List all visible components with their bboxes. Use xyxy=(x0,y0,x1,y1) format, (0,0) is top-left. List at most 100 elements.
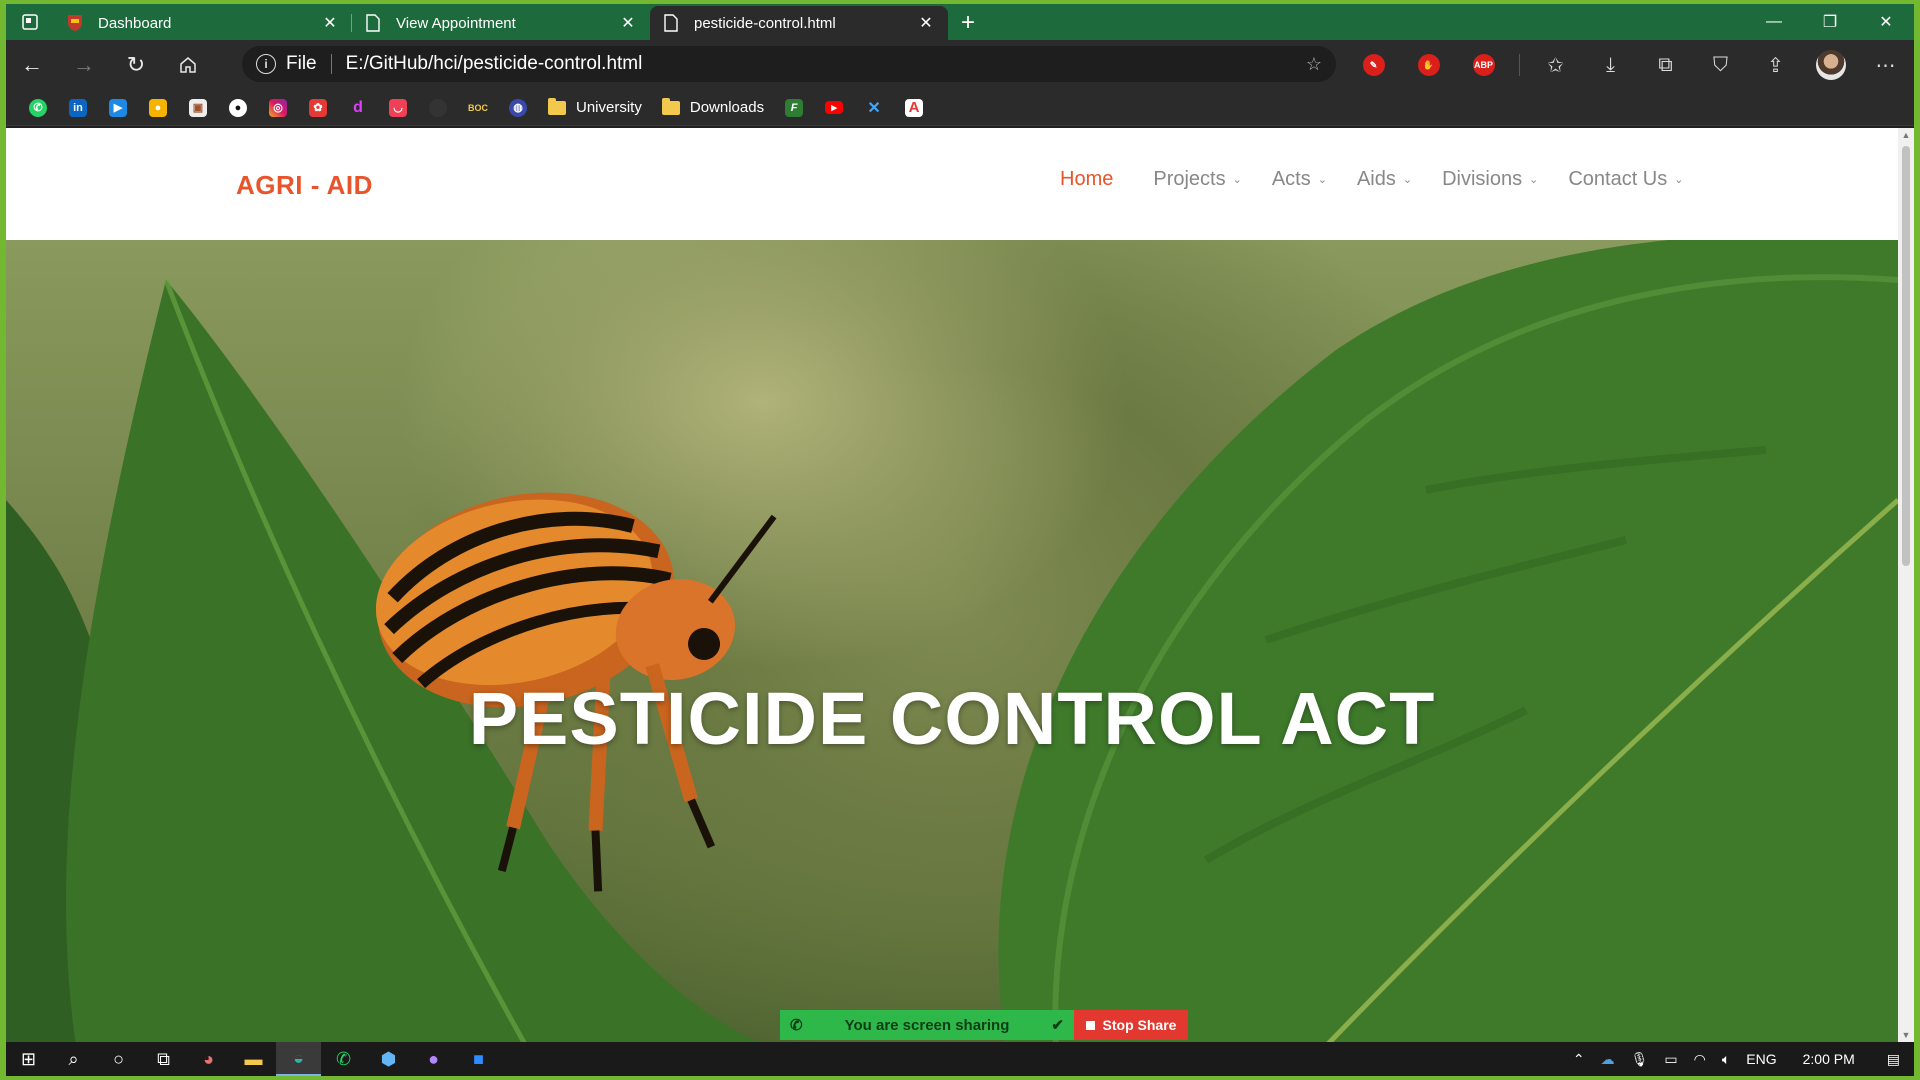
search-button[interactable]: ⌕ xyxy=(51,1042,96,1076)
notifications-icon[interactable]: ▤ xyxy=(1873,1051,1914,1068)
close-tab-icon[interactable]: ✕ xyxy=(320,13,340,33)
taskbar-file-explorer[interactable]: ▬ xyxy=(231,1042,276,1076)
favorites-button[interactable]: ✩ xyxy=(1528,45,1583,85)
wifi-icon[interactable]: ◠ xyxy=(1686,1051,1714,1068)
bookmark-linkedin[interactable]: in xyxy=(58,94,98,122)
settings-menu-button[interactable]: ⋯ xyxy=(1858,45,1913,85)
bookmark-boc[interactable]: BOC xyxy=(458,94,498,122)
close-window-button[interactable]: ✕ xyxy=(1858,4,1914,40)
collections-button[interactable]: ⧉ xyxy=(1638,45,1693,85)
f-icon: F xyxy=(785,98,804,117)
github-desktop-icon: ● xyxy=(428,1048,439,1069)
bookmark-camera[interactable]: ● xyxy=(138,94,178,122)
info-icon[interactable]: i xyxy=(256,54,276,74)
bookmark-circle[interactable] xyxy=(418,94,458,122)
bookmark-d[interactable]: d xyxy=(338,94,378,122)
navigation-toolbar: ← → ↻ i File E:/GitHub/hci/pesticide-con… xyxy=(6,40,1914,90)
file-explorer-icon: ▬ xyxy=(244,1048,263,1069)
task-view-button[interactable]: ⧉ xyxy=(141,1042,186,1076)
back-button[interactable]: ← xyxy=(6,45,58,85)
nav-home[interactable]: Home xyxy=(1060,168,1113,191)
chevron-down-icon: ⌄ xyxy=(1402,174,1413,186)
downloads-button[interactable]: ⤓ xyxy=(1583,45,1638,85)
nav-label: Aids xyxy=(1356,168,1396,190)
nav-label: Contact Us xyxy=(1568,168,1668,190)
bookmark-video[interactable]: ▶ xyxy=(98,94,138,122)
chevron-down-icon: ⌄ xyxy=(1674,174,1684,186)
microphone-icon[interactable]: 🎙︎ xyxy=(1623,1051,1657,1068)
windows-taskbar: ⊞ ⌕ ○ ⧉ ◕ ▬ ◒ ✆ ⬢ ● ■ ⌃ ☁ 🎙︎ ▭ ◠ 🔈︎ ENG … xyxy=(6,1042,1914,1076)
bookmark-whatsapp[interactable]: ✆ xyxy=(18,94,58,122)
nav-projects[interactable]: Projects ⌄ xyxy=(1153,168,1241,191)
nav-divisions[interactable]: Divisions ⌄ xyxy=(1442,168,1538,191)
bookmark-youtube[interactable]: ▸ xyxy=(814,94,854,122)
clock[interactable]: 2:00 PM xyxy=(1785,1051,1873,1067)
cortana-button[interactable]: ○ xyxy=(96,1042,141,1076)
onedrive-icon[interactable]: ☁ xyxy=(1593,1051,1623,1068)
add-favorite-icon[interactable]: ☆ xyxy=(1306,54,1322,75)
nav-aids[interactable]: Aids ⌄ xyxy=(1357,168,1412,191)
globe-icon: ◍ xyxy=(509,98,527,117)
bookmark-github[interactable]: ● xyxy=(218,94,258,122)
bookmark-folder-downloads[interactable]: Downloads xyxy=(652,94,774,122)
bookmark-label: Downloads xyxy=(689,99,765,116)
address-bar[interactable]: i File E:/GitHub/hci/pesticide-control.h… xyxy=(242,46,1336,82)
refresh-button[interactable]: ↻ xyxy=(110,45,162,85)
pen-tool-extension[interactable]: ✎ xyxy=(1346,45,1401,85)
stop-share-button[interactable]: Stop Share xyxy=(1074,1010,1188,1040)
hand-block-extension[interactable]: ✋ xyxy=(1401,45,1456,85)
forward-button[interactable]: → xyxy=(58,45,110,85)
close-tab-icon[interactable]: ✕ xyxy=(916,13,936,33)
nav-acts[interactable]: Acts ⌄ xyxy=(1272,168,1327,191)
tab-dashboard[interactable]: Dashboard ✕ xyxy=(54,6,352,40)
bookmark-adobe[interactable]: A xyxy=(894,94,934,122)
home-button[interactable] xyxy=(162,45,214,85)
portal-icon: ▣ xyxy=(189,98,207,117)
site-logo[interactable]: AGRI - AID xyxy=(236,170,373,201)
taskbar-app[interactable]: ◕ xyxy=(186,1042,231,1076)
bookmark-f[interactable]: F xyxy=(774,94,814,122)
adblock-plus-extension[interactable]: ABP xyxy=(1456,45,1511,85)
bookmark-x-tool[interactable]: ✕ xyxy=(854,94,894,122)
bookmark-label: University xyxy=(576,99,642,116)
close-tab-icon[interactable]: ✕ xyxy=(618,13,638,33)
new-tab-button[interactable]: + xyxy=(948,6,988,40)
bookmark-instagram[interactable]: ◎ xyxy=(258,94,298,122)
bookmark-huawei[interactable]: ✿ xyxy=(298,94,338,122)
tab-actions-button[interactable] xyxy=(6,4,54,40)
heart-shield-icon: ⛉ xyxy=(1713,53,1728,76)
taskbar-github-desktop[interactable]: ● xyxy=(411,1042,456,1076)
taskbar-whatsapp[interactable]: ✆ xyxy=(321,1042,366,1076)
screen-share-status[interactable]: ✆ You are screen sharing ✔ xyxy=(780,1010,1074,1040)
bookmark-globe[interactable]: ◍ xyxy=(498,94,538,122)
bookmark-folder-university[interactable]: University xyxy=(538,94,652,122)
start-button[interactable]: ⊞ xyxy=(6,1042,51,1076)
search-icon: ⌕ xyxy=(68,1048,79,1069)
linkedin-icon: in xyxy=(69,98,87,117)
taskbar-box[interactable]: ⬢ xyxy=(366,1042,411,1076)
chevron-up-icon[interactable]: ⌃ xyxy=(1565,1051,1593,1068)
browser-essentials-button[interactable]: ⛉ xyxy=(1693,45,1748,85)
instagram-icon: ◎ xyxy=(269,98,287,117)
browser-window: Dashboard ✕ View Appointment ✕ pesticide… xyxy=(6,4,1914,1072)
page-scrollbar[interactable]: ▲ ▼ xyxy=(1898,128,1914,1046)
tab-view-appointment[interactable]: View Appointment ✕ xyxy=(352,6,650,40)
minimize-button[interactable]: — xyxy=(1746,4,1802,40)
taskbar-edge[interactable]: ◒ xyxy=(276,1042,321,1076)
scroll-up-icon[interactable]: ▲ xyxy=(1898,130,1914,144)
scrollbar-thumb[interactable] xyxy=(1902,146,1910,566)
share-button[interactable]: ⇪ xyxy=(1748,45,1803,85)
divider xyxy=(1519,54,1520,76)
tab-pesticide-control[interactable]: pesticide-control.html ✕ xyxy=(650,6,948,40)
stop-icon xyxy=(1085,1020,1095,1030)
taskbar-zoom[interactable]: ■ xyxy=(456,1042,501,1076)
restore-button[interactable]: ❐ xyxy=(1802,4,1858,40)
battery-icon[interactable]: ▭ xyxy=(1656,1051,1685,1068)
box-icon: ⬢ xyxy=(380,1048,397,1069)
bookmark-pocket[interactable]: ◡ xyxy=(378,94,418,122)
volume-icon[interactable]: 🔈︎ xyxy=(1714,1051,1738,1068)
nav-contact-us[interactable]: Contact Us ⌄ xyxy=(1568,168,1683,191)
bookmark-portal[interactable]: ▣ xyxy=(178,94,218,122)
language-indicator[interactable]: ENG xyxy=(1738,1051,1784,1067)
profile-button[interactable] xyxy=(1803,45,1858,85)
